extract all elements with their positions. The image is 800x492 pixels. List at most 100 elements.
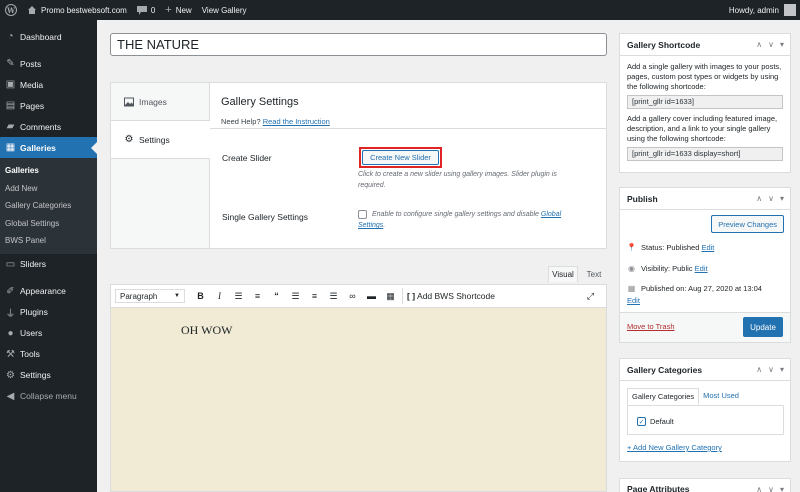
create-slider-label: Create Slider xyxy=(222,153,272,163)
menu-posts[interactable]: ✎ Posts xyxy=(0,53,97,74)
tab-settings[interactable]: ⚙ Settings xyxy=(111,121,210,159)
menu-pages[interactable]: ▤ Pages xyxy=(0,95,97,116)
chevron-down-icon[interactable]: ∨ xyxy=(768,365,774,374)
shortcode-field-1[interactable]: [print_gllr id=1633] xyxy=(627,95,783,109)
single-gallery-checkbox[interactable] xyxy=(358,210,367,219)
default-category-label: Default xyxy=(650,417,674,426)
avatar xyxy=(784,4,796,16)
brush-icon: ✐ xyxy=(6,285,15,297)
menu-comments[interactable]: ▰ Comments xyxy=(0,116,97,137)
bold-icon[interactable]: B xyxy=(191,288,210,304)
menu-label: Collapse menu xyxy=(20,391,77,401)
instruction-link[interactable]: Read the Instruction xyxy=(263,117,330,126)
menu-sliders[interactable]: ▭ Sliders xyxy=(0,254,97,275)
visibility-line: ◉ Visibility: Public Edit xyxy=(627,264,708,273)
chevron-up-icon[interactable]: ∧ xyxy=(756,40,762,49)
shortcode-bracket-icon: [ ] xyxy=(407,291,416,301)
box-controls: ∧ ∨ ▾ xyxy=(756,365,790,374)
menu-dashboard[interactable]: ◔ Dashboard xyxy=(0,26,97,47)
align-left-icon[interactable]: ☰ xyxy=(286,288,305,304)
global-settings-link[interactable]: Global xyxy=(541,211,561,218)
new-content-link[interactable]: + New xyxy=(160,0,196,20)
menu-appearance[interactable]: ✐ Appearance xyxy=(0,281,97,302)
galleries-submenu: Galleries Add New Gallery Categories Glo… xyxy=(0,158,97,254)
site-name-link[interactable]: Promo bestwebsoft.com xyxy=(22,0,132,20)
comments-count: 0 xyxy=(150,5,156,15)
published-edit-link[interactable]: Edit xyxy=(627,296,787,305)
category-tabs: Gallery Categories Most Used xyxy=(627,388,743,405)
caret-icon[interactable]: ▾ xyxy=(780,40,784,49)
visibility-edit-link[interactable]: Edit xyxy=(695,264,708,273)
caret-icon[interactable]: ▾ xyxy=(780,194,784,203)
chevron-up-icon[interactable]: ∧ xyxy=(756,365,762,374)
tab-images[interactable]: Images xyxy=(111,83,209,121)
read-more-icon[interactable]: ▬ xyxy=(362,288,381,304)
bullet-list-icon[interactable]: ☰ xyxy=(229,288,248,304)
menu-media[interactable]: ▣ Media xyxy=(0,74,97,95)
add-bws-shortcode-button[interactable]: [ ] Add BWS Shortcode xyxy=(402,288,499,304)
global-settings-link-cont[interactable]: Settings xyxy=(358,222,383,229)
menu-label: Users xyxy=(20,328,43,338)
create-slider-desc-line2: required. xyxy=(358,182,386,189)
publish-footer: Move to Trash Update xyxy=(620,312,790,342)
wp-logo-link[interactable]: W xyxy=(0,0,22,20)
shortcode-text-1: Add a single gallery with images to your… xyxy=(627,62,782,91)
preview-changes-button[interactable]: Preview Changes xyxy=(711,215,784,233)
default-category-checkbox[interactable]: ✓ xyxy=(637,417,646,426)
submenu-add-new[interactable]: Add New xyxy=(0,180,97,198)
view-gallery-link[interactable]: View Gallery xyxy=(197,0,252,20)
menu-plugins[interactable]: ⏚ Plugins xyxy=(0,302,97,323)
move-to-trash-link[interactable]: Move to Trash xyxy=(627,322,675,331)
update-button[interactable]: Update xyxy=(743,317,783,337)
numbered-list-icon[interactable]: ≡ xyxy=(248,288,267,304)
editor-text: OH WOW xyxy=(181,323,233,337)
menu-galleries[interactable]: ▦ Galleries xyxy=(0,137,97,158)
chevron-up-icon[interactable]: ∧ xyxy=(756,485,762,492)
gear-icon: ⚙ xyxy=(124,134,134,145)
chevron-down-icon[interactable]: ∨ xyxy=(768,485,774,492)
editor-content-area[interactable]: OH WOW xyxy=(110,308,607,492)
chevron-up-icon[interactable]: ∧ xyxy=(756,194,762,203)
status-line: 📍 Status: Published Edit xyxy=(627,243,715,252)
comments-icon: ▰ xyxy=(6,121,15,132)
menu-users[interactable]: ● Users xyxy=(0,323,97,344)
tab-all-categories[interactable]: Gallery Categories xyxy=(627,388,700,405)
submenu-gallery-categories[interactable]: Gallery Categories xyxy=(0,197,97,215)
create-slider-description: Click to create a new slider using galle… xyxy=(358,169,588,191)
status-edit-link[interactable]: Edit xyxy=(701,243,714,252)
submenu-bws-panel[interactable]: BWS Panel xyxy=(0,232,97,250)
caret-icon[interactable]: ▾ xyxy=(780,485,784,492)
eye-icon: ◉ xyxy=(628,264,635,273)
shortcode-field-2[interactable]: [print_gllr id=1633 display=short] xyxy=(627,147,783,161)
chevron-down-icon[interactable]: ∨ xyxy=(768,40,774,49)
menu-label: Tools xyxy=(20,349,40,359)
status-text: Status: Published xyxy=(641,243,700,252)
caret-icon[interactable]: ▾ xyxy=(780,365,784,374)
submenu-global-settings[interactable]: Global Settings xyxy=(0,215,97,233)
italic-icon[interactable]: I xyxy=(210,288,229,304)
link-icon[interactable]: ∞ xyxy=(343,288,362,304)
comments-link[interactable]: 0 xyxy=(132,0,160,20)
editor-tab-text[interactable]: Text xyxy=(580,266,608,282)
bws-shortcode-label: Add BWS Shortcode xyxy=(417,291,495,301)
editor-tab-visual[interactable]: Visual xyxy=(548,266,578,282)
gallery-categories-box: Gallery Categories ∧ ∨ ▾ Gallery Categor… xyxy=(619,358,791,462)
blockquote-icon[interactable]: “ xyxy=(267,288,286,304)
add-new-category-link[interactable]: + Add New Gallery Category xyxy=(627,443,722,452)
tab-most-used[interactable]: Most Used xyxy=(699,388,743,405)
format-select[interactable]: Paragraph ▼ xyxy=(115,289,185,303)
account-menu[interactable]: Howdy, admin xyxy=(724,0,800,20)
align-right-icon[interactable]: ☰ xyxy=(324,288,343,304)
toolbar-toggle-icon[interactable]: ▦ xyxy=(381,288,400,304)
settings-icon: ⚙ xyxy=(6,369,15,381)
menu-settings[interactable]: ⚙ Settings xyxy=(0,365,97,386)
chevron-down-icon[interactable]: ∨ xyxy=(768,194,774,203)
title-input[interactable] xyxy=(110,33,607,56)
submenu-galleries[interactable]: Galleries xyxy=(0,162,97,180)
fullscreen-icon[interactable]: ⤢ xyxy=(581,288,600,304)
menu-tools[interactable]: ⚒ Tools xyxy=(0,344,97,365)
align-center-icon[interactable]: ≡ xyxy=(305,288,324,304)
create-new-slider-button[interactable]: Create New Slider xyxy=(359,147,442,168)
global-link-part2: Settings xyxy=(358,222,384,229)
menu-collapse[interactable]: ◀ Collapse menu xyxy=(0,386,97,407)
